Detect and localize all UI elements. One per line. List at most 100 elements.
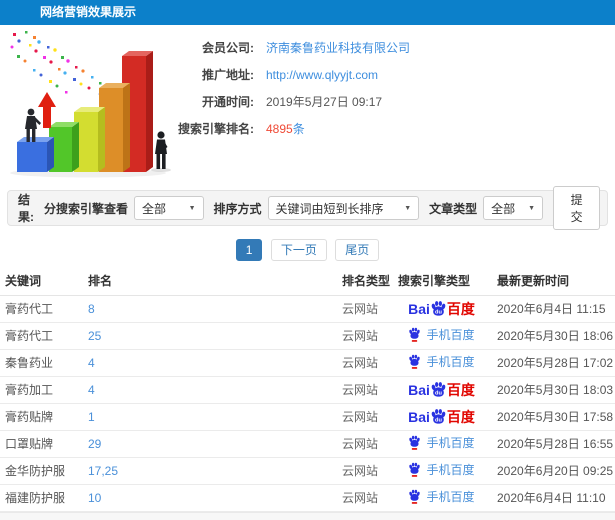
engine-filter-label: 分搜索引擎查看: [43, 201, 128, 216]
chevron-down-icon: ▼: [528, 204, 536, 212]
mobile-baidu-paw-icon: [409, 462, 421, 477]
mobile-baidu-paw-icon: [409, 489, 421, 504]
rank-link[interactable]: 17,25: [83, 457, 338, 485]
keywords-table: 关键词 排名 排名类型 搜索引擎类型 最新更新时间 膏药代工 8 云网站 Bai: [0, 267, 615, 512]
table-row: 膏药加工 4 云网站 Bai du 百度 2020年5月30日 18:03: [0, 376, 615, 404]
keyword-cell: 膏药贴牌: [0, 403, 83, 431]
growth-arrow-icon: [38, 92, 56, 128]
rank-type-cell: 云网站: [338, 484, 390, 512]
col-header-engine-type: 搜索引擎类型: [390, 267, 493, 296]
info-section: 会员公司: 济南秦鲁药业科技有限公司 推广地址: http://www.qlyy…: [0, 25, 615, 190]
mobile-baidu-logo: 手机百度: [408, 326, 475, 343]
mobile-baidu-logo: 手机百度: [408, 353, 475, 370]
mobile-baidu-paw-icon: [409, 435, 421, 450]
mobile-baidu-logo: 手机百度: [408, 434, 475, 451]
filter-panel: 结果: 分搜索引擎查看 全部 ▼ 排序方式 关键词由短到长排序 ▼ 文章类型 全…: [7, 186, 608, 230]
type-select[interactable]: 全部 ▼: [483, 196, 544, 220]
rank-link[interactable]: 1: [83, 403, 338, 431]
engine-cell: 手机百度: [390, 484, 493, 512]
table-row: 膏药代工 25 云网站 手机百度 2020年5月30日 18:06: [0, 322, 615, 350]
sort-select[interactable]: 关键词由短到长排序 ▼: [267, 196, 420, 220]
table-row: 膏药代工 8 云网站 Bai du 百度 2020年6月4日 11:15: [0, 295, 615, 323]
rank-type-cell: 云网站: [338, 403, 390, 431]
engine-cell: Bai du 百度: [390, 403, 493, 431]
engine-select-value: 全部: [142, 201, 167, 216]
type-filter-label: 文章类型: [429, 201, 478, 216]
chevron-down-icon: ▼: [188, 204, 196, 212]
svg-text:du: du: [435, 390, 442, 396]
rank-link[interactable]: 25: [83, 322, 338, 350]
table-header: 关键词 排名 排名类型 搜索引擎类型 最新更新时间: [0, 267, 615, 296]
baidu-logo: Bai du 百度: [408, 300, 475, 317]
mobile-baidu-paw-icon: [409, 354, 421, 369]
promo-url-label: 推广地址:: [202, 68, 254, 82]
keyword-cell: 膏药代工: [0, 322, 83, 350]
baidu-logo: Bai du 百度: [408, 381, 475, 398]
baidu-paw-icon: du: [431, 382, 446, 397]
keyword-cell: 膏药加工: [0, 376, 83, 404]
info-row-company: 会员公司: 济南秦鲁药业科技有限公司: [170, 34, 615, 61]
last-page-button[interactable]: 尾页: [335, 239, 380, 261]
next-page-button[interactable]: 下一页: [270, 239, 327, 261]
update-time-cell: 2020年5月28日 17:02: [493, 349, 615, 377]
ranking-count-value: 4895条: [266, 120, 305, 137]
keyword-cell: 福建防护服: [0, 484, 83, 512]
rank-type-cell: 云网站: [338, 430, 390, 458]
open-time-label: 开通时间:: [202, 95, 254, 109]
engine-cell: 手机百度: [390, 457, 493, 485]
sort-filter-label: 排序方式: [213, 201, 262, 216]
rank-link[interactable]: 4: [83, 376, 338, 404]
table-row: 膏药贴牌 1 云网站 Bai du 百度 2020年5月30日 17:58: [0, 403, 615, 431]
rank-link[interactable]: 4: [83, 349, 338, 377]
rank-link[interactable]: 8: [83, 295, 338, 323]
submit-button[interactable]: 提交: [553, 186, 601, 230]
svg-text:du: du: [435, 417, 442, 423]
sort-select-value: 关键词由短到长排序: [275, 201, 384, 216]
baidu-logo: Bai du 百度: [408, 408, 475, 425]
rank-type-cell: 云网站: [338, 376, 390, 404]
promo-url-link[interactable]: http://www.qlyyjt.com: [266, 68, 378, 82]
col-header-update-time: 最新更新时间: [493, 267, 615, 296]
open-time-value: 2019年5月27日 09:17: [266, 95, 383, 109]
keyword-cell: 膏药代工: [0, 295, 83, 323]
filter-controls: 分搜索引擎查看 全部 ▼ 排序方式 关键词由短到长排序 ▼ 文章类型 全部 ▼ …: [34, 186, 601, 230]
update-time-cell: 2020年5月30日 17:58: [493, 403, 615, 431]
rank-link[interactable]: 29: [83, 430, 338, 458]
info-row-ranking-count: 搜索引擎排名: 4895条: [170, 115, 615, 142]
col-header-rank: 排名: [83, 267, 338, 296]
bar-blue: [17, 137, 54, 172]
update-time-cell: 2020年5月28日 16:55: [493, 430, 615, 458]
page-title: 网络营销效果展示: [40, 5, 137, 19]
bottom-band: [0, 511, 615, 520]
baidu-paw-icon: du: [431, 301, 446, 316]
col-header-keyword: 关键词: [0, 267, 83, 296]
rank-link[interactable]: 10: [83, 484, 338, 512]
engine-cell: 手机百度: [390, 322, 493, 350]
engine-cell: Bai du 百度: [390, 295, 493, 323]
bar-chart-illustration: [10, 31, 171, 178]
info-row-open-time: 开通时间: 2019年5月27日 09:17: [170, 88, 615, 115]
update-time-cell: 2020年5月30日 18:03: [493, 376, 615, 404]
rank-type-cell: 云网站: [338, 457, 390, 485]
table-row: 秦鲁药业 4 云网站 手机百度 2020年5月28日 17:02: [0, 349, 615, 377]
ranking-count-unit: 条: [292, 122, 305, 136]
page-1-button[interactable]: 1: [235, 239, 263, 261]
ranking-count-label: 搜索引擎排名:: [178, 122, 254, 136]
app-header: 网络营销效果展示: [0, 0, 615, 25]
table-row: 口罩贴牌 29 云网站 手机百度 2020年5月28日 16:55: [0, 430, 615, 458]
mobile-baidu-paw-icon: [409, 327, 421, 342]
engine-select[interactable]: 全部 ▼: [134, 196, 204, 220]
update-time-cell: 2020年6月4日 11:15: [493, 295, 615, 323]
info-row-url: 推广地址: http://www.qlyyjt.com: [170, 61, 615, 88]
company-info-list: 会员公司: 济南秦鲁药业科技有限公司 推广地址: http://www.qlyy…: [170, 25, 615, 142]
update-time-cell: 2020年6月20日 09:25: [493, 457, 615, 485]
mobile-baidu-logo: 手机百度: [408, 488, 475, 505]
company-name-link[interactable]: 济南秦鲁药业科技有限公司: [266, 39, 410, 56]
ranking-count-number: 4895: [266, 122, 293, 136]
svg-text:du: du: [435, 309, 442, 315]
company-label: 会员公司:: [202, 41, 254, 55]
update-time-cell: 2020年6月4日 11:10: [493, 484, 615, 512]
engine-cell: 手机百度: [390, 430, 493, 458]
rank-type-cell: 云网站: [338, 349, 390, 377]
businessman-left: [25, 108, 41, 142]
